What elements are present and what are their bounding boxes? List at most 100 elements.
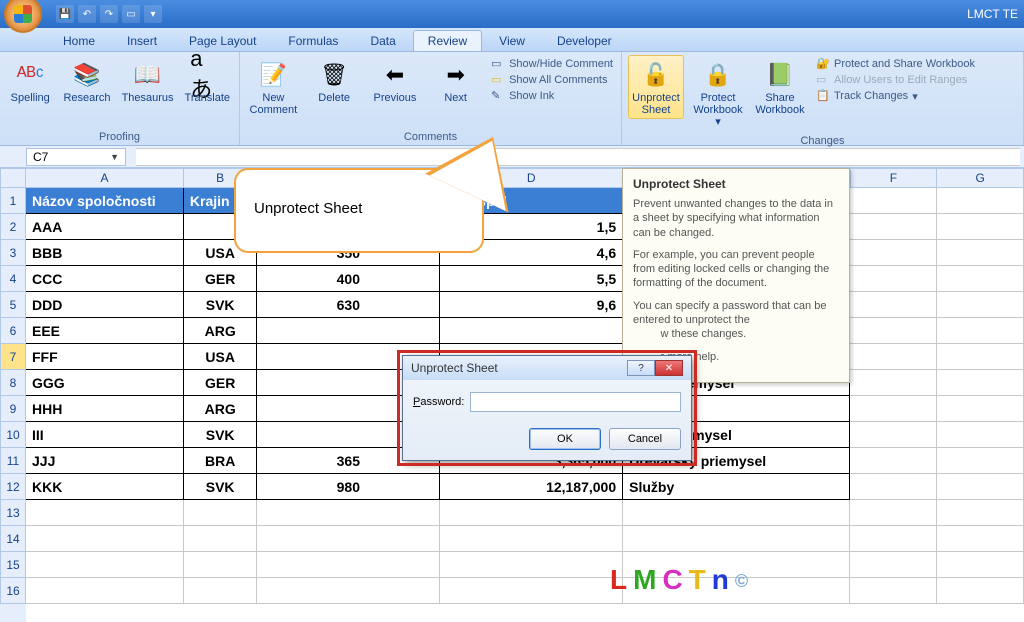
cell-A10[interactable]: III xyxy=(26,422,184,448)
delete-comment-button[interactable]: 🗑Delete xyxy=(307,55,362,107)
tab-insert[interactable]: Insert xyxy=(112,30,172,51)
dialog-close-button[interactable]: ✕ xyxy=(655,360,683,376)
cell-E14[interactable] xyxy=(623,526,850,552)
row-header-11[interactable]: 11 xyxy=(0,448,26,474)
tab-data[interactable]: Data xyxy=(355,30,410,51)
cell-C5[interactable]: 630 xyxy=(257,292,440,318)
show-ink[interactable]: ✎Show Ink xyxy=(491,89,613,103)
row-header-3[interactable]: 3 xyxy=(0,240,26,266)
cell-E12[interactable]: Služby xyxy=(623,474,850,500)
cell-A6[interactable]: EEE xyxy=(26,318,184,344)
cell-A3[interactable]: BBB xyxy=(26,240,184,266)
row-header-9[interactable]: 9 xyxy=(0,396,26,422)
row-header-2[interactable]: 2 xyxy=(0,214,26,240)
spelling-button[interactable]: ᴬᴮᶜSpelling xyxy=(6,55,54,107)
cell-C14[interactable] xyxy=(257,526,440,552)
cell-B13[interactable] xyxy=(184,500,257,526)
qat-save-icon[interactable]: 💾 xyxy=(56,5,74,23)
cell-D5[interactable]: 9,6 xyxy=(440,292,623,318)
cell-B16[interactable] xyxy=(184,578,257,604)
ok-button[interactable]: OK xyxy=(529,428,601,450)
cell-D15[interactable] xyxy=(440,552,623,578)
cell-B4[interactable]: GER xyxy=(184,266,257,292)
cell-F15[interactable] xyxy=(850,552,937,578)
row-header-10[interactable]: 10 xyxy=(0,422,26,448)
cell-F10[interactable] xyxy=(850,422,937,448)
cell-F13[interactable] xyxy=(850,500,937,526)
cell-A16[interactable] xyxy=(26,578,184,604)
cell-B6[interactable]: ARG xyxy=(184,318,257,344)
row-header-4[interactable]: 4 xyxy=(0,266,26,292)
cell-G10[interactable] xyxy=(937,422,1024,448)
protect-workbook-button[interactable]: 🔒Protect Workbook ▾ xyxy=(690,55,746,131)
cell-E13[interactable] xyxy=(623,500,850,526)
password-input[interactable] xyxy=(470,392,681,412)
cell-F16[interactable] xyxy=(850,578,937,604)
cell-D16[interactable] xyxy=(440,578,623,604)
cell-F1[interactable] xyxy=(850,188,937,214)
cell-G11[interactable] xyxy=(937,448,1024,474)
row-header-5[interactable]: 5 xyxy=(0,292,26,318)
tab-home[interactable]: Home xyxy=(48,30,110,51)
cell-G15[interactable] xyxy=(937,552,1024,578)
cell-A11[interactable]: JJJ xyxy=(26,448,184,474)
cell-F4[interactable] xyxy=(850,266,937,292)
cell-B15[interactable] xyxy=(184,552,257,578)
next-comment-button[interactable]: ➡Next xyxy=(428,55,483,107)
row-header-1[interactable]: 1 xyxy=(0,188,26,214)
chevron-down-icon[interactable]: ▼ xyxy=(110,152,119,162)
cell-G14[interactable] xyxy=(937,526,1024,552)
tab-review[interactable]: Review xyxy=(413,30,482,51)
cell-F2[interactable] xyxy=(850,214,937,240)
cell-F8[interactable] xyxy=(850,370,937,396)
cell-G4[interactable] xyxy=(937,266,1024,292)
col-header-A[interactable]: A xyxy=(26,168,184,188)
cell-G6[interactable] xyxy=(937,318,1024,344)
cell-G12[interactable] xyxy=(937,474,1024,500)
cell-D13[interactable] xyxy=(440,500,623,526)
cell-D4[interactable]: 5,5 xyxy=(440,266,623,292)
row-header-15[interactable]: 15 xyxy=(0,552,26,578)
previous-comment-button[interactable]: ⬅Previous xyxy=(368,55,423,107)
row-header-14[interactable]: 14 xyxy=(0,526,26,552)
dialog-titlebar[interactable]: Unprotect Sheet ? ✕ xyxy=(403,356,691,380)
row-header-12[interactable]: 12 xyxy=(0,474,26,500)
cell-C6[interactable] xyxy=(257,318,440,344)
share-workbook-button[interactable]: 📗Share Workbook xyxy=(752,55,808,119)
col-header-F[interactable]: F xyxy=(851,168,938,188)
cell-A7[interactable]: FFF xyxy=(26,344,184,370)
select-all-corner[interactable] xyxy=(0,168,26,188)
cell-A5[interactable]: DDD xyxy=(26,292,184,318)
cell-A13[interactable] xyxy=(26,500,184,526)
cell-G2[interactable] xyxy=(937,214,1024,240)
track-changes[interactable]: 📋Track Changes ▾ xyxy=(816,89,975,103)
cell-B5[interactable]: SVK xyxy=(184,292,257,318)
formula-input[interactable] xyxy=(136,148,1020,166)
cell-A15[interactable] xyxy=(26,552,184,578)
cell-D14[interactable] xyxy=(440,526,623,552)
cell-B8[interactable]: GER xyxy=(184,370,257,396)
cell-G3[interactable] xyxy=(937,240,1024,266)
cell-F6[interactable] xyxy=(850,318,937,344)
cell-D12[interactable]: 12,187,000 xyxy=(440,474,623,500)
cell-B7[interactable]: USA xyxy=(184,344,257,370)
cell-B10[interactable]: SVK xyxy=(184,422,257,448)
cell-F11[interactable] xyxy=(850,448,937,474)
cell-B11[interactable]: BRA xyxy=(184,448,257,474)
tab-view[interactable]: View xyxy=(484,30,540,51)
qat-print-icon[interactable]: ▭ xyxy=(122,5,140,23)
thesaurus-button[interactable]: 📖Thesaurus xyxy=(120,55,176,107)
cell-A4[interactable]: CCC xyxy=(26,266,184,292)
cell-F14[interactable] xyxy=(850,526,937,552)
col-header-G[interactable]: G xyxy=(937,168,1024,188)
tab-formulas[interactable]: Formulas xyxy=(273,30,353,51)
cell-C13[interactable] xyxy=(257,500,440,526)
showall-comments[interactable]: ▭Show All Comments xyxy=(491,73,613,87)
cell-A1[interactable]: Názov spoločnosti xyxy=(26,188,184,214)
cell-G5[interactable] xyxy=(937,292,1024,318)
cell-D6[interactable] xyxy=(440,318,623,344)
row-header-7[interactable]: 7 xyxy=(0,344,26,370)
qat-custom-icon[interactable]: ▾ xyxy=(144,5,162,23)
cell-G8[interactable] xyxy=(937,370,1024,396)
cell-F5[interactable] xyxy=(850,292,937,318)
